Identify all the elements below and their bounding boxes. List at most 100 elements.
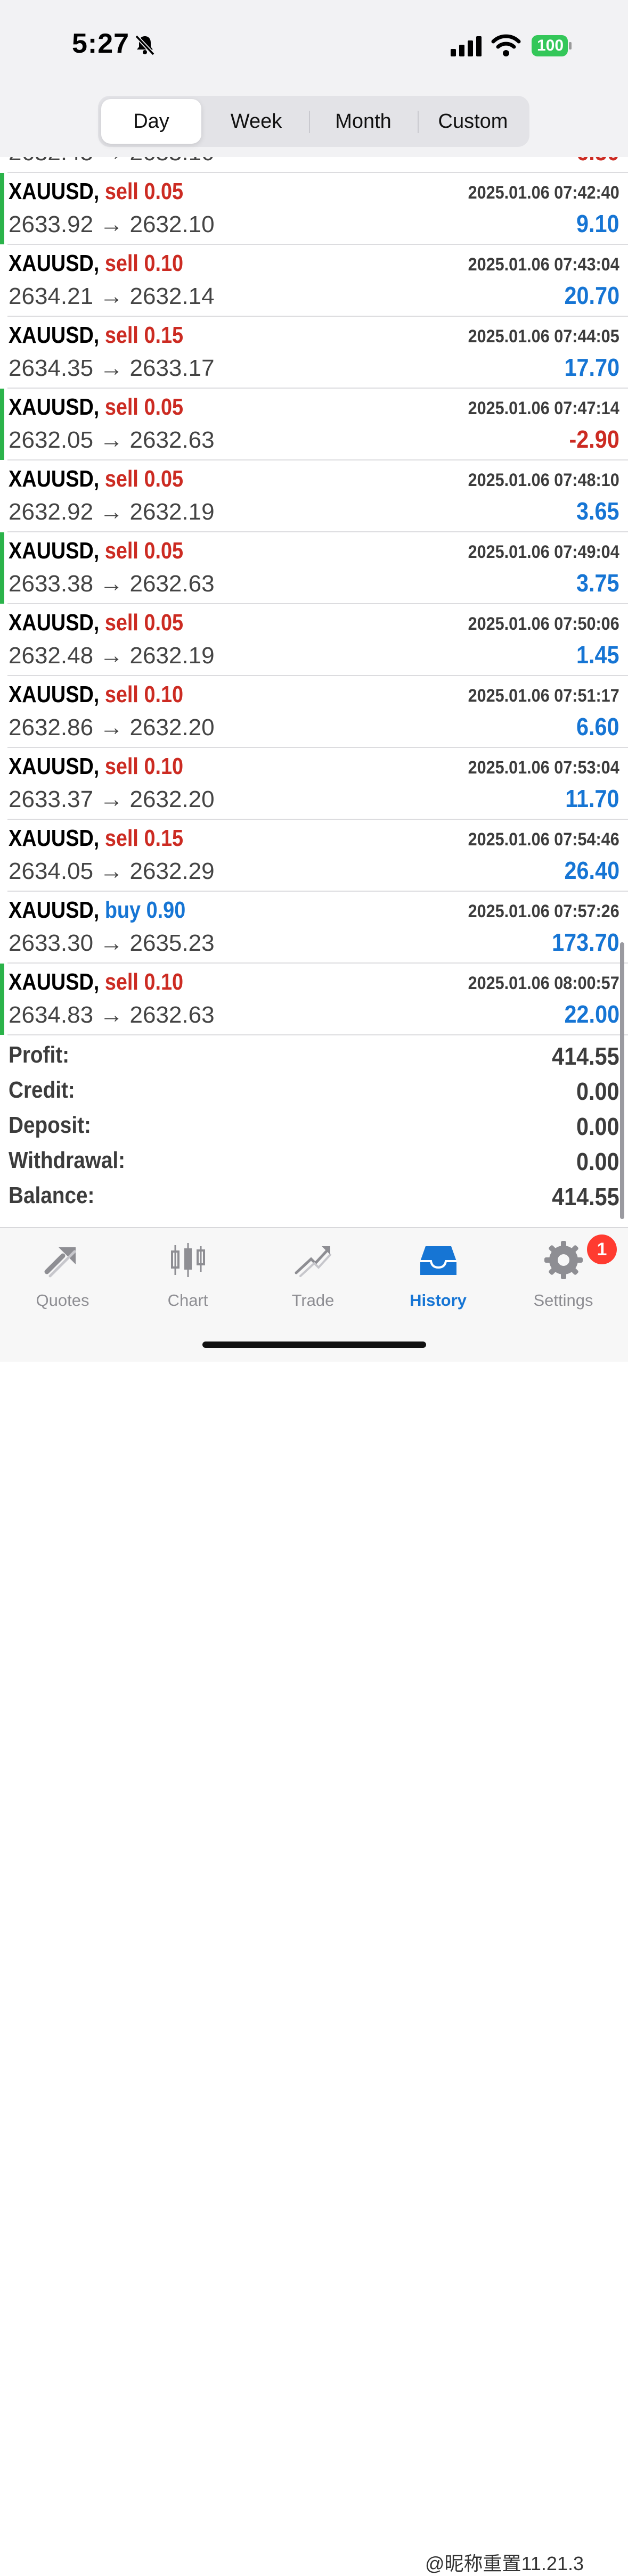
trade-prices: 2633.30 → 2635.23 <box>9 930 215 956</box>
trade-row[interactable]: XAUUSD, sell 0.15 2025.01.06 07:44:05 2634… <box>0 317 628 389</box>
trade-row[interactable]: XAUUSD, sell 0.10 2025.01.06 07:43:04 2634… <box>0 245 628 317</box>
trade-side: sell <box>104 825 138 851</box>
trade-symbol: XAUUSD <box>9 178 94 204</box>
trade-side: sell <box>104 610 138 636</box>
trade-row[interactable]: XAUUSD, sell 0.05 2025.01.06 07:50:06 2632… <box>0 604 628 676</box>
row-marker <box>0 389 4 460</box>
trade-row[interactable]: XAUUSD, sell 0.05 2025.01.06 07:48:10 2632… <box>0 460 628 532</box>
tab-settings[interactable]: 1 Settings <box>501 1228 626 1335</box>
summary-profit-label: Profit: <box>9 1042 69 1068</box>
symbol-separator: , <box>93 178 105 204</box>
status-time: 5:27 <box>72 28 130 59</box>
trade-symbol: XAUUSD <box>9 466 94 492</box>
trade-row[interactable]: XAUUSD, buy 0.90 2025.01.06 07:57:26 2633.… <box>0 892 628 964</box>
tab-chart-label: Chart <box>167 1291 208 1310</box>
tab-trade-label: Trade <box>291 1291 335 1310</box>
scroll-indicator[interactable] <box>620 942 624 1219</box>
quotes-icon <box>44 1247 76 1278</box>
trade-row[interactable]: XAUUSD, sell 0.10 2025.01.06 07:51:17 2632… <box>0 676 628 748</box>
trade-time: 2025.01.06 07:50:06 <box>468 614 619 634</box>
summary-deposit-value: 0.00 <box>576 1113 619 1140</box>
symbol-separator: , <box>93 825 105 851</box>
summary-withdrawal-label: Withdrawal: <box>9 1147 126 1173</box>
trade-prices: 2633.92 → 2632.10 <box>9 211 215 237</box>
bell-muted-icon <box>135 35 155 56</box>
symbol-separator: , <box>93 681 105 707</box>
trade-symbol-line: XAUUSD, buy 0.90 <box>9 897 185 924</box>
trade-profit: 9.10 <box>576 210 619 237</box>
trade-row[interactable]: XAUUSD, sell 0.05 2025.01.06 07:42:40 2633… <box>0 173 628 245</box>
trade-volume-spacer <box>138 322 144 348</box>
trade-volume: 0.05 <box>144 538 184 564</box>
trade-row[interactable]: XAUUSD, sell 0.10 2025.01.06 08:00:57 2634… <box>0 964 628 1035</box>
trade-volume-spacer <box>138 753 144 779</box>
summary-balance-label: Balance: <box>9 1182 95 1208</box>
trade-prices: 2634.83 → 2632.63 <box>9 1002 215 1028</box>
trade-profit: 1.45 <box>576 641 619 669</box>
row-marker <box>0 173 4 244</box>
trade-symbol-line: XAUUSD, sell 0.05 <box>9 538 183 564</box>
watermark-text: @昵称重置11.21.3 <box>425 2553 584 2574</box>
trade-symbol: XAUUSD <box>9 681 94 707</box>
trade-symbol-line: XAUUSD, sell 0.05 <box>9 394 183 421</box>
trade-prices: 2632.45 → 2633.10 <box>9 157 215 166</box>
trade-side: sell <box>104 538 138 564</box>
trade-symbol-line: XAUUSD, sell 0.15 <box>9 322 183 349</box>
home-indicator[interactable] <box>202 1342 426 1348</box>
trade-symbol: XAUUSD <box>9 969 94 995</box>
trade-volume: 0.15 <box>144 322 184 348</box>
trade-profit: 3.65 <box>576 497 619 525</box>
tab-day[interactable]: Day <box>101 99 201 144</box>
trade-history-list[interactable]: 2632.45 → 2633.10 -6.50 XAUUSD, sell 0.0… <box>0 157 628 1035</box>
trade-row[interactable]: XAUUSD, sell 0.15 2025.01.06 07:54:46 2634… <box>0 820 628 892</box>
trade-volume-spacer <box>138 681 144 707</box>
trade-symbol: XAUUSD <box>9 897 94 923</box>
settings-icon <box>544 1241 583 1279</box>
trade-volume-spacer <box>138 969 144 995</box>
account-summary: Profit: 414.55 Credit: 0.00 Deposit: 0.0… <box>0 1035 628 1227</box>
trade-volume: 0.15 <box>144 825 184 851</box>
tab-quotes-label: Quotes <box>36 1291 89 1310</box>
summary-balance-value: 414.55 <box>552 1183 619 1211</box>
tab-month[interactable]: Month <box>311 99 415 144</box>
trade-time: 2025.01.06 07:43:04 <box>468 254 619 275</box>
trade-volume: 0.05 <box>144 178 184 204</box>
trade-time: 2025.01.06 07:42:40 <box>468 183 619 203</box>
tab-chart[interactable]: Chart <box>125 1228 250 1335</box>
tab-history-label: History <box>410 1291 467 1310</box>
trade-time: 2025.01.06 07:57:26 <box>468 901 619 921</box>
trade-symbol: XAUUSD <box>9 825 94 851</box>
trade-symbol-line: XAUUSD, sell 0.10 <box>9 753 183 780</box>
trade-time: 2025.01.06 07:49:04 <box>468 542 619 562</box>
summary-deposit-label: Deposit: <box>9 1112 91 1138</box>
tab-history[interactable]: History <box>376 1228 501 1335</box>
trade-prices: 2632.48 → 2632.19 <box>9 643 215 669</box>
period-segmented-control: Day Week Month Custom <box>98 96 529 147</box>
trade-symbol-line: XAUUSD, sell 0.10 <box>9 250 183 277</box>
wifi-icon <box>491 34 521 56</box>
trade-row[interactable]: XAUUSD, sell 0.05 2025.01.06 07:47:14 2632… <box>0 389 628 460</box>
segment-divider <box>309 111 310 133</box>
symbol-separator: , <box>93 753 105 779</box>
trade-prices: 2632.92 → 2632.19 <box>9 499 215 525</box>
tab-custom[interactable]: Custom <box>420 99 526 144</box>
trade-volume: 0.10 <box>144 753 184 779</box>
trade-symbol: XAUUSD <box>9 610 94 636</box>
tab-week[interactable]: Week <box>206 99 307 144</box>
trade-profit: 17.70 <box>564 353 619 381</box>
trade-profit: 11.70 <box>565 785 619 812</box>
tab-quotes[interactable]: Quotes <box>0 1228 125 1335</box>
trade-symbol-line: XAUUSD, sell 0.05 <box>9 610 183 636</box>
trade-profit: 22.00 <box>564 1000 619 1028</box>
trade-row[interactable]: XAUUSD, sell 0.10 2025.01.06 07:53:04 2633… <box>0 748 628 820</box>
row-marker <box>0 532 4 604</box>
row-marker <box>0 964 4 1035</box>
summary-profit-value: 414.55 <box>552 1042 619 1070</box>
trade-volume: 0.10 <box>144 250 184 276</box>
trade-row-partial[interactable]: 2632.45 → 2633.10 -6.50 <box>0 157 628 173</box>
symbol-separator: , <box>93 250 105 276</box>
trade-time: 2025.01.06 07:44:05 <box>468 326 619 347</box>
tab-trade[interactable]: Trade <box>250 1228 376 1335</box>
trade-row[interactable]: XAUUSD, sell 0.05 2025.01.06 07:49:04 2633… <box>0 532 628 604</box>
history-icon <box>420 1246 456 1275</box>
